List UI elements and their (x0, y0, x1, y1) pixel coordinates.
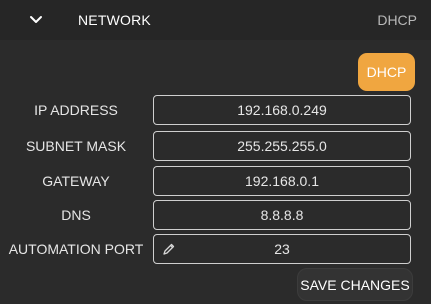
ip-address-label: IP ADDRESS (34, 102, 118, 118)
subnet-mask-value: 255.255.255.0 (237, 138, 327, 154)
network-section-header[interactable]: NETWORK DHCP (0, 0, 431, 40)
subnet-mask-label: SUBNET MASK (25, 138, 127, 154)
network-settings-panel: NETWORK DHCP DHCP IP ADDRESS 192.168.0.2… (0, 0, 431, 304)
dns-value: 8.8.8.8 (260, 207, 304, 223)
chevron-down-icon[interactable] (28, 12, 44, 28)
gateway-label: GATEWAY (42, 173, 110, 189)
ip-address-field[interactable]: 192.168.0.249 (153, 95, 411, 125)
dns-label: DNS (61, 207, 91, 223)
network-mode-status: DHCP (377, 12, 417, 28)
gateway-value: 192.168.0.1 (245, 173, 319, 189)
gateway-field[interactable]: 192.168.0.1 (153, 166, 411, 196)
pencil-icon[interactable] (162, 242, 176, 256)
save-changes-button[interactable]: SAVE CHANGES (297, 268, 413, 301)
dns-field[interactable]: 8.8.8.8 (153, 200, 411, 230)
automation-port-value: 23 (274, 241, 290, 257)
subnet-mask-field[interactable]: 255.255.255.0 (153, 131, 411, 161)
ip-address-value: 192.168.0.249 (237, 102, 327, 118)
automation-port-field[interactable]: 23 (153, 234, 411, 264)
dhcp-button[interactable]: DHCP (358, 53, 415, 91)
section-title: NETWORK (78, 12, 151, 28)
automation-port-label: AUTOMATION PORT (8, 241, 144, 257)
